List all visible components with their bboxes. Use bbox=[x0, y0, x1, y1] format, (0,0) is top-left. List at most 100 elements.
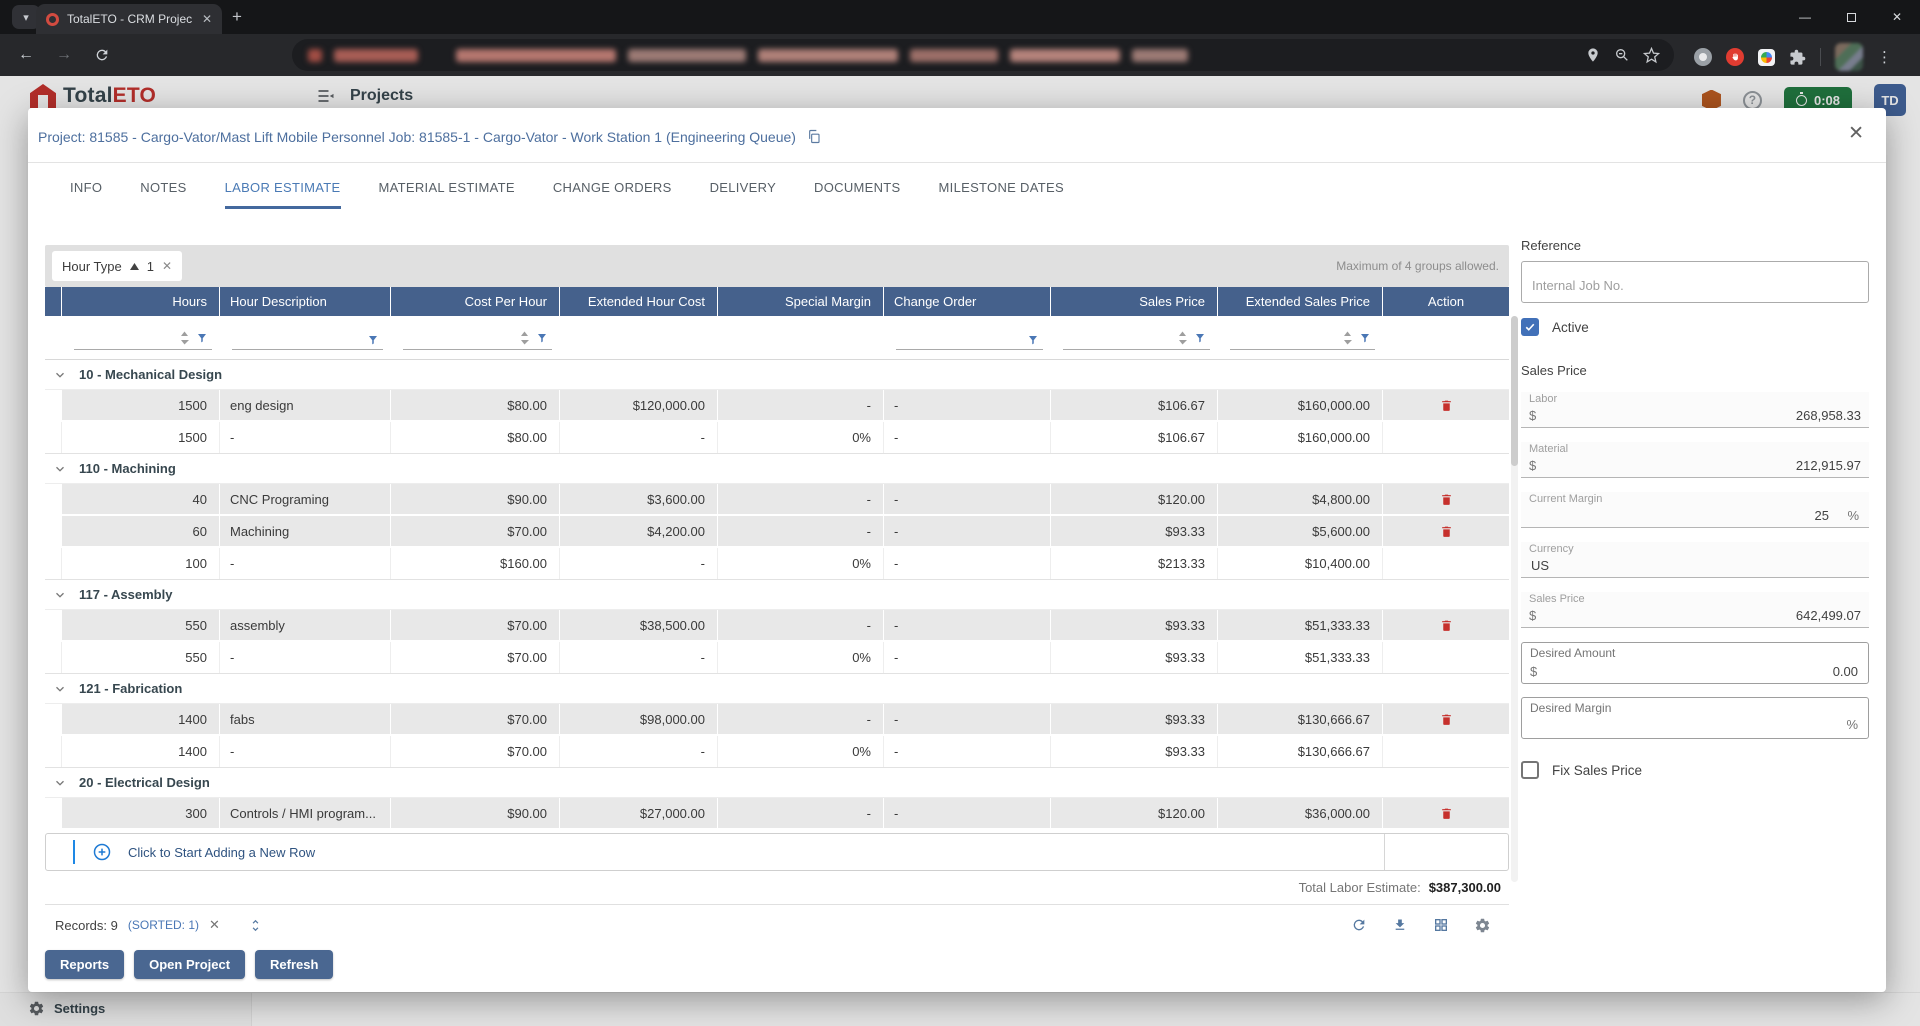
tab-info[interactable]: INFO bbox=[70, 180, 102, 209]
col-header-cost[interactable]: Cost Per Hour bbox=[391, 287, 560, 316]
cell-cost[interactable]: $70.00 bbox=[391, 704, 560, 734]
cell-desc[interactable]: CNC Programing bbox=[220, 484, 391, 514]
material-field[interactable]: Material $ 212,915.97 bbox=[1521, 442, 1869, 478]
cell-cost[interactable]: $90.00 bbox=[391, 484, 560, 514]
extension-paw-icon[interactable] bbox=[1694, 48, 1712, 66]
add-row-box[interactable]: Click to Start Adding a New Row bbox=[45, 833, 1509, 871]
filter-cell-sales[interactable] bbox=[1051, 316, 1218, 359]
cell-ext[interactable]: $38,500.00 bbox=[560, 610, 718, 640]
cell-cost[interactable]: $90.00 bbox=[391, 798, 560, 828]
delete-row-trash-icon[interactable] bbox=[1434, 613, 1458, 637]
col-header-ext[interactable]: Extended Hour Cost bbox=[560, 287, 718, 316]
group-header-row[interactable]: 20 - Electrical Design bbox=[45, 768, 1509, 798]
cell-sales[interactable]: $120.00 bbox=[1051, 484, 1218, 514]
browser-menu-icon[interactable]: ⋮ bbox=[1877, 48, 1892, 66]
cell-margin[interactable]: - bbox=[718, 704, 884, 734]
cell-sales[interactable]: $93.33 bbox=[1051, 704, 1218, 734]
cell-desc[interactable]: fabs bbox=[220, 704, 391, 734]
profile-avatar[interactable] bbox=[1835, 43, 1863, 71]
labor-field[interactable]: Labor $ 268,958.33 bbox=[1521, 392, 1869, 428]
delete-row-trash-icon[interactable] bbox=[1434, 519, 1458, 543]
active-checkbox[interactable] bbox=[1521, 318, 1539, 336]
spinner-icon[interactable] bbox=[1178, 330, 1187, 346]
tab-milestone-dates[interactable]: MILESTONE DATES bbox=[939, 180, 1064, 209]
cell-hours[interactable]: 60 bbox=[62, 516, 220, 546]
col-header-desc[interactable]: Hour Description bbox=[220, 287, 391, 316]
col-header-ext_sales[interactable]: Extended Sales Price bbox=[1218, 287, 1383, 316]
fix-sales-price-checkbox[interactable] bbox=[1521, 761, 1539, 779]
desired-margin-field[interactable]: Desired Margin % bbox=[1521, 697, 1869, 739]
tab-documents[interactable]: DOCUMENTS bbox=[814, 180, 900, 209]
filter-cell-hours[interactable] bbox=[62, 316, 220, 359]
cell-ext_sales[interactable]: $4,800.00 bbox=[1218, 484, 1383, 514]
group-header-row[interactable]: 117 - Assembly bbox=[45, 580, 1509, 610]
col-header-hours[interactable]: Hours bbox=[62, 287, 220, 316]
sales-price-field[interactable]: Sales Price $ 642,499.07 bbox=[1521, 592, 1869, 628]
filter-funnel-icon[interactable] bbox=[536, 332, 548, 344]
cell-ext[interactable]: $120,000.00 bbox=[560, 390, 718, 420]
cell-change_order[interactable]: - bbox=[884, 610, 1051, 640]
internal-job-input[interactable] bbox=[1521, 261, 1869, 303]
filter-funnel-icon[interactable] bbox=[196, 332, 208, 344]
add-circle-icon[interactable] bbox=[92, 842, 112, 862]
col-header-change_order[interactable]: Change Order bbox=[884, 287, 1051, 316]
cell-ext[interactable]: $98,000.00 bbox=[560, 704, 718, 734]
reports-button[interactable]: Reports bbox=[45, 950, 124, 979]
refresh-grid-icon[interactable] bbox=[1351, 917, 1367, 933]
current-margin-field[interactable]: Current Margin 25 % bbox=[1521, 492, 1869, 528]
close-window-button[interactable]: ✕ bbox=[1874, 0, 1920, 34]
filter-cell-change_order[interactable] bbox=[884, 316, 1051, 359]
chevron-down-icon[interactable] bbox=[53, 462, 67, 476]
delete-row-trash-icon[interactable] bbox=[1434, 707, 1458, 731]
cell-change_order[interactable]: - bbox=[884, 390, 1051, 420]
cell-ext_sales[interactable]: $36,000.00 bbox=[1218, 798, 1383, 828]
address-bar[interactable] bbox=[292, 39, 1674, 71]
cell-hours[interactable]: 1400 bbox=[62, 704, 220, 734]
delete-row-trash-icon[interactable] bbox=[1434, 487, 1458, 511]
browser-tab[interactable]: TotalETO - CRM Projects ✕ bbox=[36, 4, 222, 34]
cell-ext_sales[interactable]: $130,666.67 bbox=[1218, 704, 1383, 734]
tab-material-estimate[interactable]: MATERIAL ESTIMATE bbox=[379, 180, 515, 209]
cell-desc[interactable]: eng design bbox=[220, 390, 391, 420]
delete-row-trash-icon[interactable] bbox=[1434, 393, 1458, 417]
col-header-action[interactable]: Action bbox=[1383, 287, 1509, 316]
cell-sales[interactable]: $120.00 bbox=[1051, 798, 1218, 828]
cell-desc[interactable]: Controls / HMI program... bbox=[220, 798, 391, 828]
desired-amount-field[interactable]: Desired Amount $ 0.00 bbox=[1521, 642, 1869, 684]
minimize-button[interactable]: — bbox=[1782, 0, 1828, 34]
spinner-icon[interactable] bbox=[180, 330, 189, 346]
tab-labor-estimate[interactable]: LABOR ESTIMATE bbox=[225, 180, 341, 209]
cell-sales[interactable]: $93.33 bbox=[1051, 516, 1218, 546]
cell-hours[interactable]: 550 bbox=[62, 610, 220, 640]
filter-cell-cost[interactable] bbox=[391, 316, 560, 359]
col-header-margin[interactable]: Special Margin bbox=[718, 287, 884, 316]
currency-field[interactable]: Currency US bbox=[1521, 542, 1869, 578]
grid-settings-gear-icon[interactable] bbox=[1474, 917, 1491, 934]
filter-cell-ext_sales[interactable] bbox=[1218, 316, 1383, 359]
clear-sort-icon[interactable]: ✕ bbox=[209, 917, 220, 933]
remove-group-icon[interactable]: ✕ bbox=[162, 259, 172, 273]
cell-desc[interactable]: Machining bbox=[220, 516, 391, 546]
bookmark-star-icon[interactable] bbox=[1643, 47, 1660, 64]
filter-funnel-icon[interactable] bbox=[1027, 334, 1039, 346]
cell-margin[interactable]: - bbox=[718, 516, 884, 546]
location-pin-icon[interactable] bbox=[1585, 47, 1601, 63]
cell-hours[interactable]: 40 bbox=[62, 484, 220, 514]
cell-ext_sales[interactable]: $51,333.33 bbox=[1218, 610, 1383, 640]
spinner-icon[interactable] bbox=[520, 330, 529, 346]
cell-desc[interactable]: assembly bbox=[220, 610, 391, 640]
chevron-down-icon[interactable] bbox=[53, 682, 67, 696]
adblock-hand-icon[interactable] bbox=[1726, 48, 1744, 66]
filter-funnel-icon[interactable] bbox=[367, 334, 379, 346]
cell-sales[interactable]: $106.67 bbox=[1051, 390, 1218, 420]
cell-hours[interactable]: 300 bbox=[62, 798, 220, 828]
extensions-puzzle-icon[interactable] bbox=[1789, 49, 1806, 66]
cell-change_order[interactable]: - bbox=[884, 704, 1051, 734]
unfold-sort-icon[interactable] bbox=[248, 918, 263, 933]
copy-icon[interactable] bbox=[806, 128, 822, 145]
cell-cost[interactable]: $70.00 bbox=[391, 610, 560, 640]
cell-ext_sales[interactable]: $5,600.00 bbox=[1218, 516, 1383, 546]
cell-ext_sales[interactable]: $160,000.00 bbox=[1218, 390, 1383, 420]
group-header-row[interactable]: 10 - Mechanical Design bbox=[45, 360, 1509, 390]
sort-asc-icon[interactable] bbox=[130, 263, 139, 270]
